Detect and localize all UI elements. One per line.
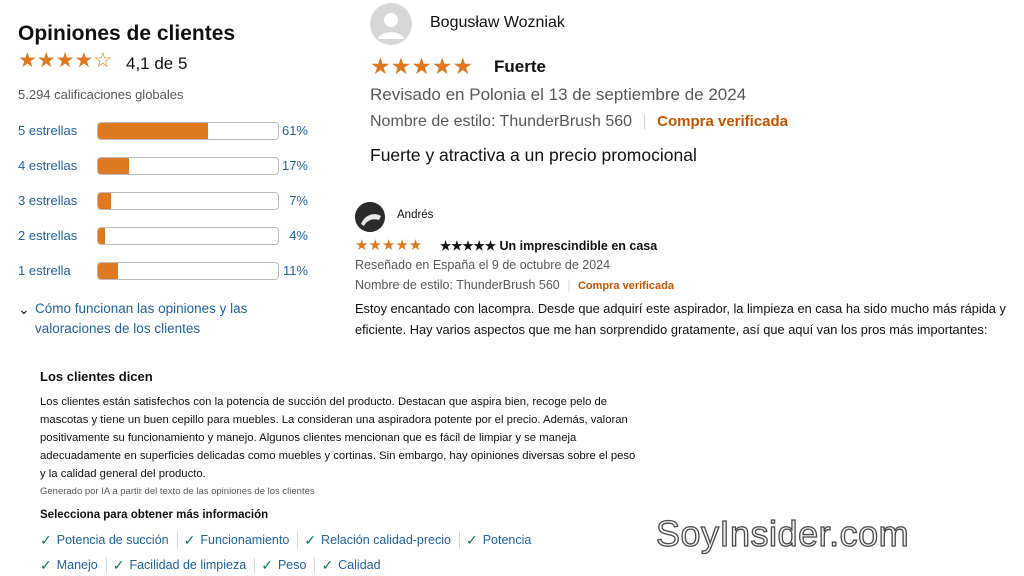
rating-row[interactable]: 5 estrellas 61% <box>18 122 318 142</box>
aspect-chip[interactable]: ✓ Potencia de succión <box>40 532 178 548</box>
rating-bar[interactable] <box>97 192 279 210</box>
review-stars: ★★★★★ <box>355 237 423 254</box>
review-title[interactable]: Fuerte <box>494 57 546 77</box>
review-meta: Reseñado en España el 9 de octubre de 20… <box>355 258 611 272</box>
average-stars: ★★★★☆ <box>18 50 112 72</box>
reviewer-name[interactable]: Andrés <box>397 209 433 221</box>
rating-row[interactable]: 3 estrellas 7% <box>18 192 318 212</box>
check-icon: ✓ <box>112 556 125 573</box>
rating-row[interactable]: 4 estrellas 17% <box>18 157 318 177</box>
review-style: Nombre de estilo: ThunderBrush 560 | Com… <box>370 113 788 131</box>
rating-bar[interactable] <box>97 262 279 280</box>
watermark: SoyInsider.com <box>655 512 910 554</box>
check-icon: ✓ <box>304 531 317 548</box>
aspect-chip-label: Facilidad de limpieza <box>129 558 247 572</box>
check-icon: ✓ <box>183 531 196 548</box>
aspect-chip[interactable]: ✓ Calidad <box>321 557 388 573</box>
review-body: Estoy encantado con lacompra. Desde que … <box>355 301 1006 337</box>
rating-bar-fill <box>98 123 208 139</box>
divider: | <box>567 278 571 292</box>
rating-bar[interactable] <box>97 122 279 140</box>
rating-bar[interactable] <box>97 157 279 175</box>
review-title[interactable]: ★★★★★ Un imprescindible en casa <box>440 238 657 253</box>
customers-say-heading: Los clientes dicen <box>40 369 153 384</box>
rating-row-label[interactable]: 1 estrella <box>18 263 71 278</box>
chevron-down-icon: ⌄ <box>18 301 30 317</box>
ai-generated-note: Generado por IA a partir del texto de la… <box>40 486 315 497</box>
avatar <box>355 202 385 232</box>
how-reviews-work-link[interactable]: Cómo funcionan las opiniones y las valor… <box>35 299 305 339</box>
rating-bar-fill <box>98 228 106 244</box>
aspect-chip-label: Funcionamiento <box>200 533 290 547</box>
aspect-chip-label: Relación calidad-precio <box>321 533 451 547</box>
customers-say-text: Los clientes están satisfechos con la po… <box>40 396 636 480</box>
aspect-chip[interactable]: ✓ Peso <box>261 556 316 573</box>
rating-row-percent[interactable]: 4% <box>289 228 308 243</box>
rating-row-percent[interactable]: 17% <box>282 158 308 173</box>
select-info-label: Selecciona para obtener más información <box>40 509 269 521</box>
aspect-chip[interactable]: ✓ Facilidad de limpieza <box>112 556 256 573</box>
rating-row-label[interactable]: 2 estrellas <box>18 228 77 243</box>
aspect-chip-label: Peso <box>277 558 307 572</box>
rating-row-label[interactable]: 4 estrellas <box>18 158 77 173</box>
check-icon: ✓ <box>40 531 52 548</box>
star-icon: ★★★★ <box>18 49 94 72</box>
aspect-chip[interactable]: ✓ Manejo <box>40 557 107 573</box>
verified-badge: Compra verificada <box>657 113 789 130</box>
check-icon: ✓ <box>321 556 334 573</box>
rating-row[interactable]: 2 estrellas 4% <box>18 227 318 247</box>
aspect-chips-row: ✓ Manejo ✓ Facilidad de limpieza ✓ Peso ✓ Calid… <box>40 557 395 573</box>
check-icon: ✓ <box>40 556 52 573</box>
review-style: Nombre de estilo: ThunderBrush 560 | Com… <box>355 278 674 292</box>
profile-photo-icon <box>355 202 385 232</box>
rating-row-label[interactable]: 3 estrellas <box>18 193 77 208</box>
rating-row-percent[interactable]: 11% <box>283 263 308 278</box>
review-meta: Revisado en Polonia el 13 de septiembre … <box>370 85 747 104</box>
verified-badge: Compra verificada <box>577 280 674 292</box>
rating-row[interactable]: 1 estrella 11% <box>18 262 318 282</box>
rating-bar-fill <box>98 158 129 174</box>
rating-row-label[interactable]: 5 estrellas <box>18 123 77 138</box>
avatar <box>370 3 412 45</box>
check-icon: ✓ <box>465 531 478 548</box>
aspect-chip-label: Calidad <box>338 558 381 572</box>
star-outline-icon: ☆ <box>93 49 113 72</box>
aspect-chip-label: Potencia de succión <box>56 533 169 547</box>
review-body: Fuerte y atractiva a un precio promocion… <box>370 145 697 165</box>
style-name: Nombre de estilo: ThunderBrush 560 <box>355 278 560 292</box>
aspect-chip-label: Potencia <box>482 533 532 547</box>
style-name: Nombre de estilo: ThunderBrush 560 <box>370 113 633 130</box>
aspect-chip[interactable]: ✓ Relación calidad-precio <box>304 532 460 548</box>
aspect-chips-row: ✓ Potencia de succión ✓ Funcionamiento ✓ Rela… <box>40 532 545 548</box>
aspect-chip[interactable]: ✓ Potencia <box>466 532 539 548</box>
rating-bar-fill <box>98 263 118 279</box>
user-silhouette-icon <box>378 13 404 39</box>
aspect-chip-label: Manejo <box>56 558 98 572</box>
rating-bar[interactable] <box>97 227 279 245</box>
rating-row-percent[interactable]: 7% <box>289 193 308 208</box>
reviewer-name[interactable]: Bogusław Wozniak <box>430 14 565 32</box>
rating-row-percent[interactable]: 61% <box>282 123 308 138</box>
reviews-summary-title: Opiniones de clientes <box>18 22 236 45</box>
aspect-chip[interactable]: ✓ Funcionamiento <box>184 532 299 548</box>
global-ratings-count: 5.294 calificaciones globales <box>18 87 184 102</box>
rating-bar-fill <box>98 193 111 209</box>
review-stars: ★★★★★ <box>370 53 474 79</box>
divider: | <box>642 113 647 130</box>
average-rating-text: 4,1 de 5 <box>126 54 188 73</box>
check-icon: ✓ <box>261 556 273 573</box>
